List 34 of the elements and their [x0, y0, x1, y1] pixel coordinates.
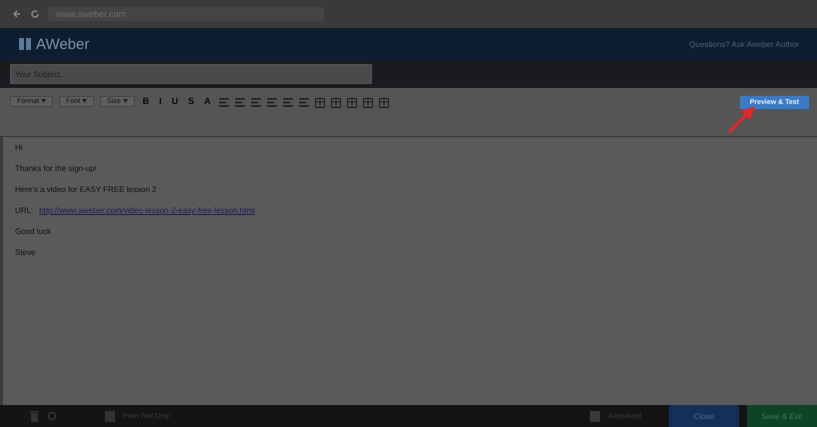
- message-text: Hi: [15, 143, 23, 152]
- back-icon[interactable]: [12, 9, 22, 19]
- trash-icon[interactable]: [30, 410, 39, 422]
- align-icon[interactable]: [282, 98, 293, 107]
- table-icon[interactable]: [330, 98, 341, 108]
- footer-button[interactable]: Close: [669, 405, 739, 427]
- logo-icon: [18, 37, 32, 51]
- caret-icon: [82, 99, 88, 103]
- table-icon[interactable]: [362, 98, 373, 108]
- caret-icon: [122, 99, 128, 103]
- align-icon[interactable]: [218, 98, 229, 107]
- format-button[interactable]: A: [202, 96, 213, 106]
- align-icon[interactable]: [250, 98, 261, 107]
- align-icon[interactable]: [266, 98, 277, 107]
- format-button[interactable]: S: [186, 96, 196, 106]
- table-icon[interactable]: [346, 98, 357, 108]
- pointer-arrow: [727, 104, 757, 134]
- format-button[interactable]: B: [140, 96, 152, 106]
- video-link[interactable]: http://www.aweber.com/video-lesson-2-easy-free-lesson.html: [39, 206, 255, 215]
- message-text: Good luck: [15, 227, 52, 236]
- message-text: Here's a video for EASY FREE lesson 2: [15, 185, 156, 194]
- table-icon[interactable]: [378, 98, 389, 108]
- format-button[interactable]: I: [157, 96, 164, 106]
- align-icon[interactable]: [234, 98, 245, 107]
- logo-text: AWeber: [36, 36, 90, 52]
- caret-icon: [41, 99, 46, 103]
- align-icon[interactable]: [298, 98, 309, 107]
- table-icon[interactable]: [314, 98, 325, 108]
- message-text: Steve: [15, 248, 36, 257]
- format-button[interactable]: U: [170, 96, 180, 106]
- link-label: URL:: [15, 206, 34, 215]
- reload-icon[interactable]: [30, 9, 40, 19]
- help-link[interactable]: Questions? Ask Aweber Author: [689, 40, 799, 48]
- message-text: Thanks for the sign-up!: [15, 164, 97, 173]
